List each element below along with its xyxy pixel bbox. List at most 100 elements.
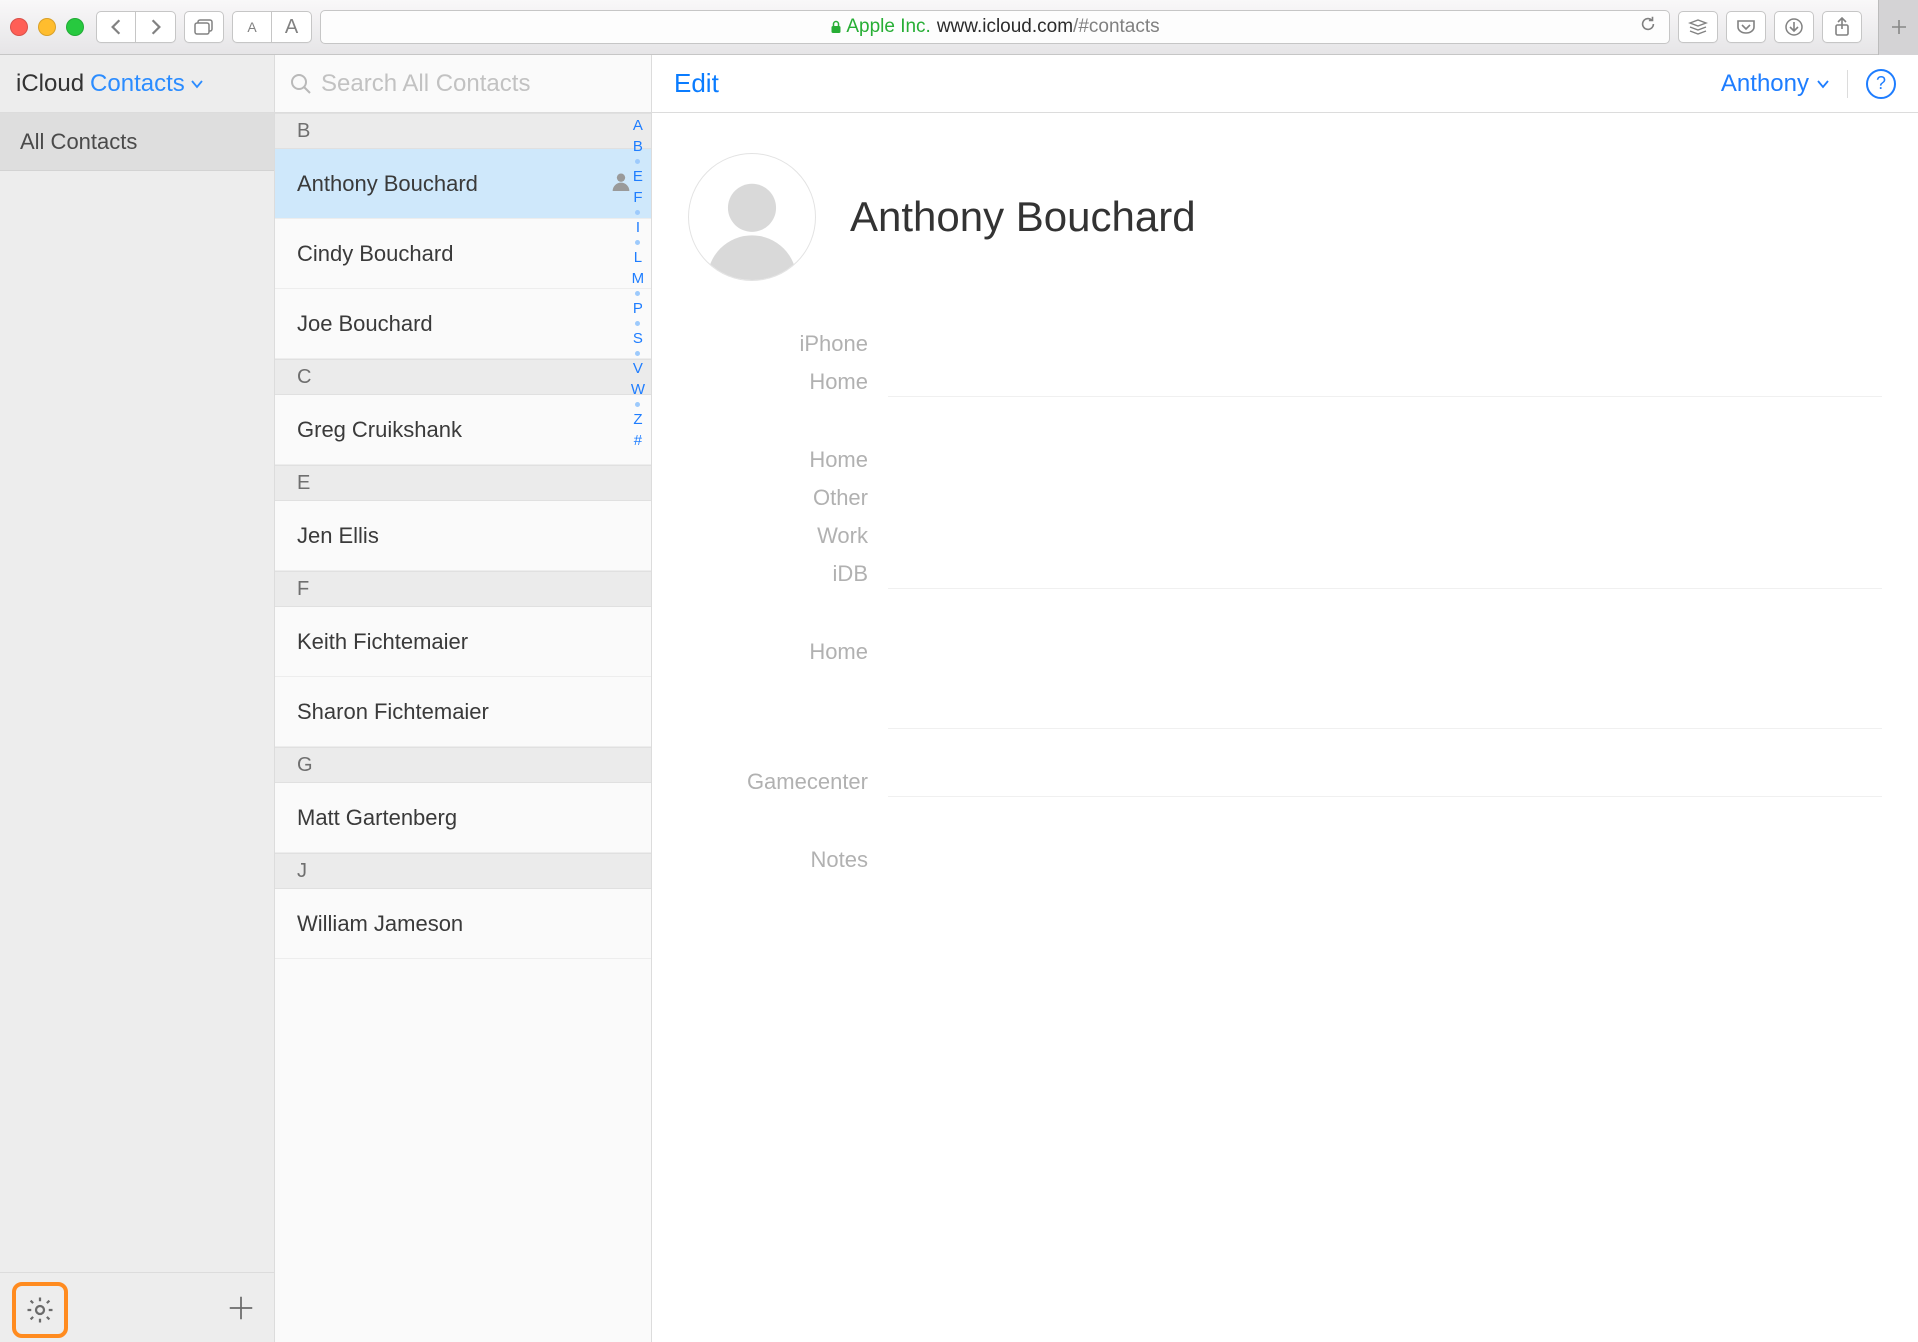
brand-icloud: iCloud	[16, 70, 84, 98]
chevron-left-icon	[109, 18, 123, 36]
index-letter[interactable]: W	[631, 381, 645, 398]
index-letter[interactable]: A	[633, 117, 643, 134]
text-size-smaller-button[interactable]: A	[232, 11, 272, 43]
section-header: B	[275, 113, 651, 149]
field-label: Home	[688, 639, 868, 665]
index-letter[interactable]: S	[633, 330, 643, 347]
last-name: Bouchard	[359, 241, 453, 267]
index-dot	[635, 351, 640, 356]
index-letter[interactable]: Z	[633, 411, 642, 428]
contact-row[interactable]: SharonFichtemaier	[275, 677, 651, 747]
contact-row[interactable]: WilliamJameson	[275, 889, 651, 959]
index-letter[interactable]: P	[633, 300, 643, 317]
index-dot	[635, 210, 640, 215]
field-row: iPhone	[688, 331, 1882, 369]
edit-button[interactable]: Edit	[674, 68, 719, 99]
first-name: Sharon	[297, 699, 368, 725]
field-value	[888, 639, 1882, 729]
group-list: All Contacts	[0, 113, 274, 1272]
field-label: Home	[688, 369, 868, 395]
forward-button[interactable]	[136, 11, 176, 43]
text-size-larger-button[interactable]: A	[272, 11, 312, 43]
index-dot	[635, 291, 640, 296]
field-row: Notes	[688, 847, 1882, 885]
groups-sidebar: iCloud Contacts All Contacts	[0, 55, 275, 1342]
alphabet-index[interactable]: ABEFILMPSVWZ #	[631, 117, 645, 449]
pocket-icon	[1736, 19, 1756, 35]
index-letter[interactable]: V	[633, 360, 643, 377]
reload-button[interactable]	[1639, 15, 1657, 39]
tabs-icon	[194, 19, 214, 35]
extension-stack-button[interactable]	[1678, 11, 1718, 43]
contact-identity: Anthony Bouchard	[688, 153, 1882, 281]
account-area: Anthony ?	[1721, 69, 1896, 99]
tab-overview-button[interactable]	[184, 11, 224, 43]
contact-row[interactable]: JoeBouchard	[275, 289, 651, 359]
settings-highlight	[12, 1282, 68, 1338]
field-row: Other	[688, 485, 1882, 523]
contact-list[interactable]: BAnthonyBouchardCindyBouchardJoeBouchard…	[275, 113, 651, 1342]
sidebar-item-all-contacts[interactable]: All Contacts	[0, 113, 274, 171]
avatar[interactable]	[688, 153, 816, 281]
index-dot	[635, 402, 640, 407]
downloads-button[interactable]	[1774, 11, 1814, 43]
first-name: Jen	[297, 523, 332, 549]
sidebar-item-label: All Contacts	[20, 129, 137, 155]
last-name: Gartenberg	[346, 805, 457, 831]
first-name: Anthony	[297, 171, 378, 197]
index-letter[interactable]: I	[636, 219, 640, 236]
index-letter[interactable]: F	[633, 189, 642, 206]
field-row: Home	[688, 639, 1882, 729]
contact-fields: iPhoneHomeHomeOtherWorkiDBHomeGamecenter…	[688, 331, 1882, 885]
account-menu[interactable]: Anthony	[1721, 70, 1829, 98]
address-bar[interactable]: Apple Inc. www.icloud.com/#contacts	[320, 10, 1670, 44]
extension-pocket-button[interactable]	[1726, 11, 1766, 43]
field-row: Home	[688, 447, 1882, 485]
field-value	[888, 561, 1882, 589]
first-name: Keith	[297, 629, 347, 655]
first-name: Greg	[297, 417, 346, 443]
settings-button[interactable]	[25, 1295, 55, 1325]
index-letter[interactable]: E	[633, 168, 643, 185]
contact-list-column: BAnthonyBouchardCindyBouchardJoeBouchard…	[275, 55, 652, 1342]
stack-icon	[1688, 19, 1708, 35]
cert-name: Apple Inc.	[846, 16, 931, 38]
person-icon	[697, 170, 807, 280]
url-path: /#contacts	[1073, 16, 1160, 38]
field-row: Home	[688, 369, 1882, 407]
field-value	[888, 485, 1882, 513]
lock-icon	[830, 20, 842, 34]
zoom-window-button[interactable]	[66, 18, 84, 36]
last-name: Fichtemaier	[353, 629, 468, 655]
first-name: Joe	[297, 311, 332, 337]
chevron-down-icon	[1817, 79, 1829, 89]
index-letter[interactable]: B	[633, 138, 643, 155]
contact-row[interactable]: JenEllis	[275, 501, 651, 571]
field-value	[888, 769, 1882, 797]
minimize-window-button[interactable]	[38, 18, 56, 36]
contact-row[interactable]: GregCruikshank	[275, 395, 651, 465]
contact-row[interactable]: MattGartenberg	[275, 783, 651, 853]
index-letter[interactable]: L	[634, 249, 642, 266]
field-row: Work	[688, 523, 1882, 561]
section-header: C	[275, 359, 651, 395]
index-letter[interactable]: #	[634, 432, 642, 449]
add-contact-button[interactable]	[226, 1293, 256, 1323]
index-letter[interactable]: M	[632, 270, 645, 287]
field-value	[888, 447, 1882, 475]
url-domain: www.icloud.com	[937, 16, 1073, 38]
first-name: Cindy	[297, 241, 353, 267]
share-button[interactable]	[1822, 11, 1862, 43]
contact-row[interactable]: AnthonyBouchard	[275, 149, 651, 219]
close-window-button[interactable]	[10, 18, 28, 36]
app-switcher[interactable]: iCloud Contacts	[0, 55, 274, 113]
back-button[interactable]	[96, 11, 136, 43]
field-label: iPhone	[688, 331, 868, 357]
contact-row[interactable]: CindyBouchard	[275, 219, 651, 289]
search-input[interactable]	[321, 70, 637, 98]
contact-row[interactable]: KeithFichtemaier	[275, 607, 651, 677]
help-button[interactable]: ?	[1866, 69, 1896, 99]
plus-icon	[1891, 19, 1907, 35]
site-certificate: Apple Inc.	[830, 16, 931, 38]
new-tab-button[interactable]	[1878, 0, 1918, 55]
